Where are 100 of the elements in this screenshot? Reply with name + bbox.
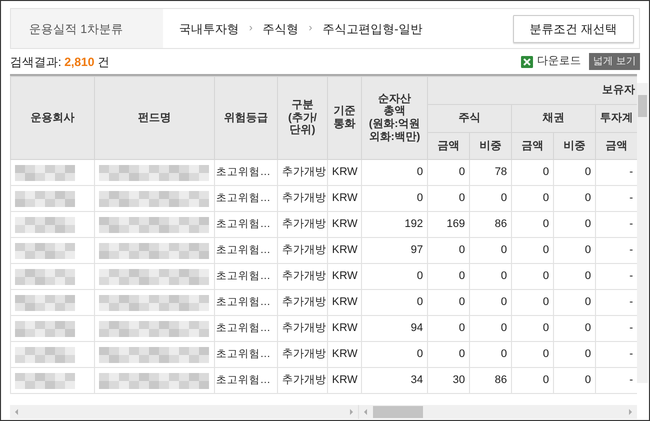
table-cell: 초고위험… — [214, 368, 278, 394]
table-cell: 0 — [512, 290, 554, 316]
table-cell: 0 — [554, 160, 596, 186]
result-label: 검색결과: — [10, 54, 62, 70]
vertical-scrollbar[interactable] — [637, 83, 648, 383]
table-cell: 0 — [428, 316, 470, 342]
table-cell: 0 — [470, 342, 512, 368]
category-label: 운용실적 1차분류 — [29, 20, 124, 38]
breadcrumb-item: 주식고편입형-일반 — [322, 20, 422, 38]
table-cell: 0 — [512, 316, 554, 342]
table-cell: 0 — [428, 342, 470, 368]
table-cell: 0 — [554, 316, 596, 342]
table-cell: 0 — [470, 264, 512, 290]
table-cell: 97 — [362, 238, 428, 264]
table-cell: 추가개방 — [278, 186, 328, 212]
table-cell: 0 — [470, 186, 512, 212]
column-header: 순자산 총액 (원화:억원 외화:백만) — [362, 76, 428, 160]
table-cell: 0 — [512, 212, 554, 238]
breadcrumb-item: 국내투자형 — [179, 20, 239, 38]
table-cell: 추가개방 — [278, 342, 328, 368]
table-cell: 0 — [362, 342, 428, 368]
reselect-button[interactable]: 분류조건 재선택 — [512, 14, 634, 42]
column-header: 금액 — [596, 132, 637, 160]
table-cell: 0 — [362, 186, 428, 212]
table-cell: 0 — [554, 238, 596, 264]
column-group-header: 채권 — [512, 104, 596, 132]
table-cell: 초고위험… — [214, 316, 278, 342]
column-group-header: 주식 — [428, 104, 512, 132]
column-header: 비중 — [470, 132, 512, 160]
table-cell: KRW — [328, 290, 362, 316]
table-cell: 0 — [470, 316, 512, 342]
table-cell: 0 — [512, 186, 554, 212]
table-cell: 초고위험… — [214, 342, 278, 368]
column-header: 구분 (추가/ 단위) — [278, 76, 328, 160]
table-cell: 86 — [470, 368, 512, 394]
table-cell: 추가개방 — [278, 368, 328, 394]
column-header: 운용회사 — [10, 76, 94, 160]
table-cell: 추가개방 — [278, 316, 328, 342]
column-group-header: 보유자 — [428, 76, 637, 104]
table-cell: 86 — [470, 212, 512, 238]
column-header: 위험등급 — [214, 76, 278, 160]
table-cell: KRW — [328, 186, 362, 212]
breadcrumb-item: 주식형 — [262, 20, 299, 38]
table-cell: 0 — [554, 368, 596, 394]
table-cell: 0 — [554, 212, 596, 238]
result-unit: 건 — [97, 54, 110, 70]
table-cell: 192 — [362, 212, 428, 238]
column-header: 금액 — [512, 132, 554, 160]
download-link[interactable]: 다운로드 — [537, 53, 582, 70]
breadcrumb-separator: › — [249, 21, 253, 36]
table-cell: 34 — [362, 368, 428, 394]
table-cell: 추가개방 — [278, 160, 328, 186]
table-cell: KRW — [328, 160, 362, 186]
table-cell: 0 — [554, 264, 596, 290]
table-cell: 0 — [512, 342, 554, 368]
table-cell: KRW — [328, 342, 362, 368]
scroll-thumb[interactable] — [373, 406, 423, 418]
excel-icon[interactable] — [520, 54, 534, 68]
column-header: 비중 — [554, 132, 596, 160]
breadcrumb-separator: › — [308, 21, 312, 36]
table-cell: 0 — [512, 160, 554, 186]
table-cell: 94 — [362, 316, 428, 342]
table-cell: 0 — [428, 264, 470, 290]
table-cell: 초고위험… — [214, 212, 278, 238]
table-cell: KRW — [328, 238, 362, 264]
table-cell: 추가개방 — [278, 238, 328, 264]
table-cell: 0 — [512, 368, 554, 394]
table-cell: 추가개방 — [278, 212, 328, 238]
table-cell: KRW — [328, 368, 362, 394]
table-cell: KRW — [328, 316, 362, 342]
column-header: 금액 — [428, 132, 470, 160]
result-count: 2,810 — [64, 54, 94, 70]
table-cell: 0 — [362, 290, 428, 316]
column-header: 기준 통화 — [328, 76, 362, 160]
table-cell: 0 — [554, 186, 596, 212]
table-cell: 0 — [428, 160, 470, 186]
table-cell: 0 — [512, 264, 554, 290]
table-cell: 초고위험… — [214, 238, 278, 264]
table-cell: 초고위험… — [214, 290, 278, 316]
table-cell: 169 — [428, 212, 470, 238]
column-group-header: 투자계 — [596, 104, 637, 132]
table-cell: 0 — [428, 186, 470, 212]
table-cell: 0 — [362, 264, 428, 290]
table-cell: 초고위험… — [214, 264, 278, 290]
table-cell: 초고위험… — [214, 160, 278, 186]
table-cell: 0 — [554, 290, 596, 316]
table-cell: 0 — [512, 238, 554, 264]
wide-view-button[interactable]: 넓게 보기 — [589, 53, 640, 70]
table-cell: KRW — [328, 264, 362, 290]
table-cell: 초고위험… — [214, 186, 278, 212]
table-cell: 0 — [428, 238, 470, 264]
table-cell: 78 — [470, 160, 512, 186]
table-cell: 0 — [470, 290, 512, 316]
column-header: 펀드명 — [94, 76, 214, 160]
table-cell: 0 — [554, 342, 596, 368]
table-cell: 30 — [428, 368, 470, 394]
table-cell: 0 — [470, 238, 512, 264]
table-cell: 추가개방 — [278, 290, 328, 316]
table-cell: 0 — [362, 160, 428, 186]
table-cell: 0 — [428, 290, 470, 316]
